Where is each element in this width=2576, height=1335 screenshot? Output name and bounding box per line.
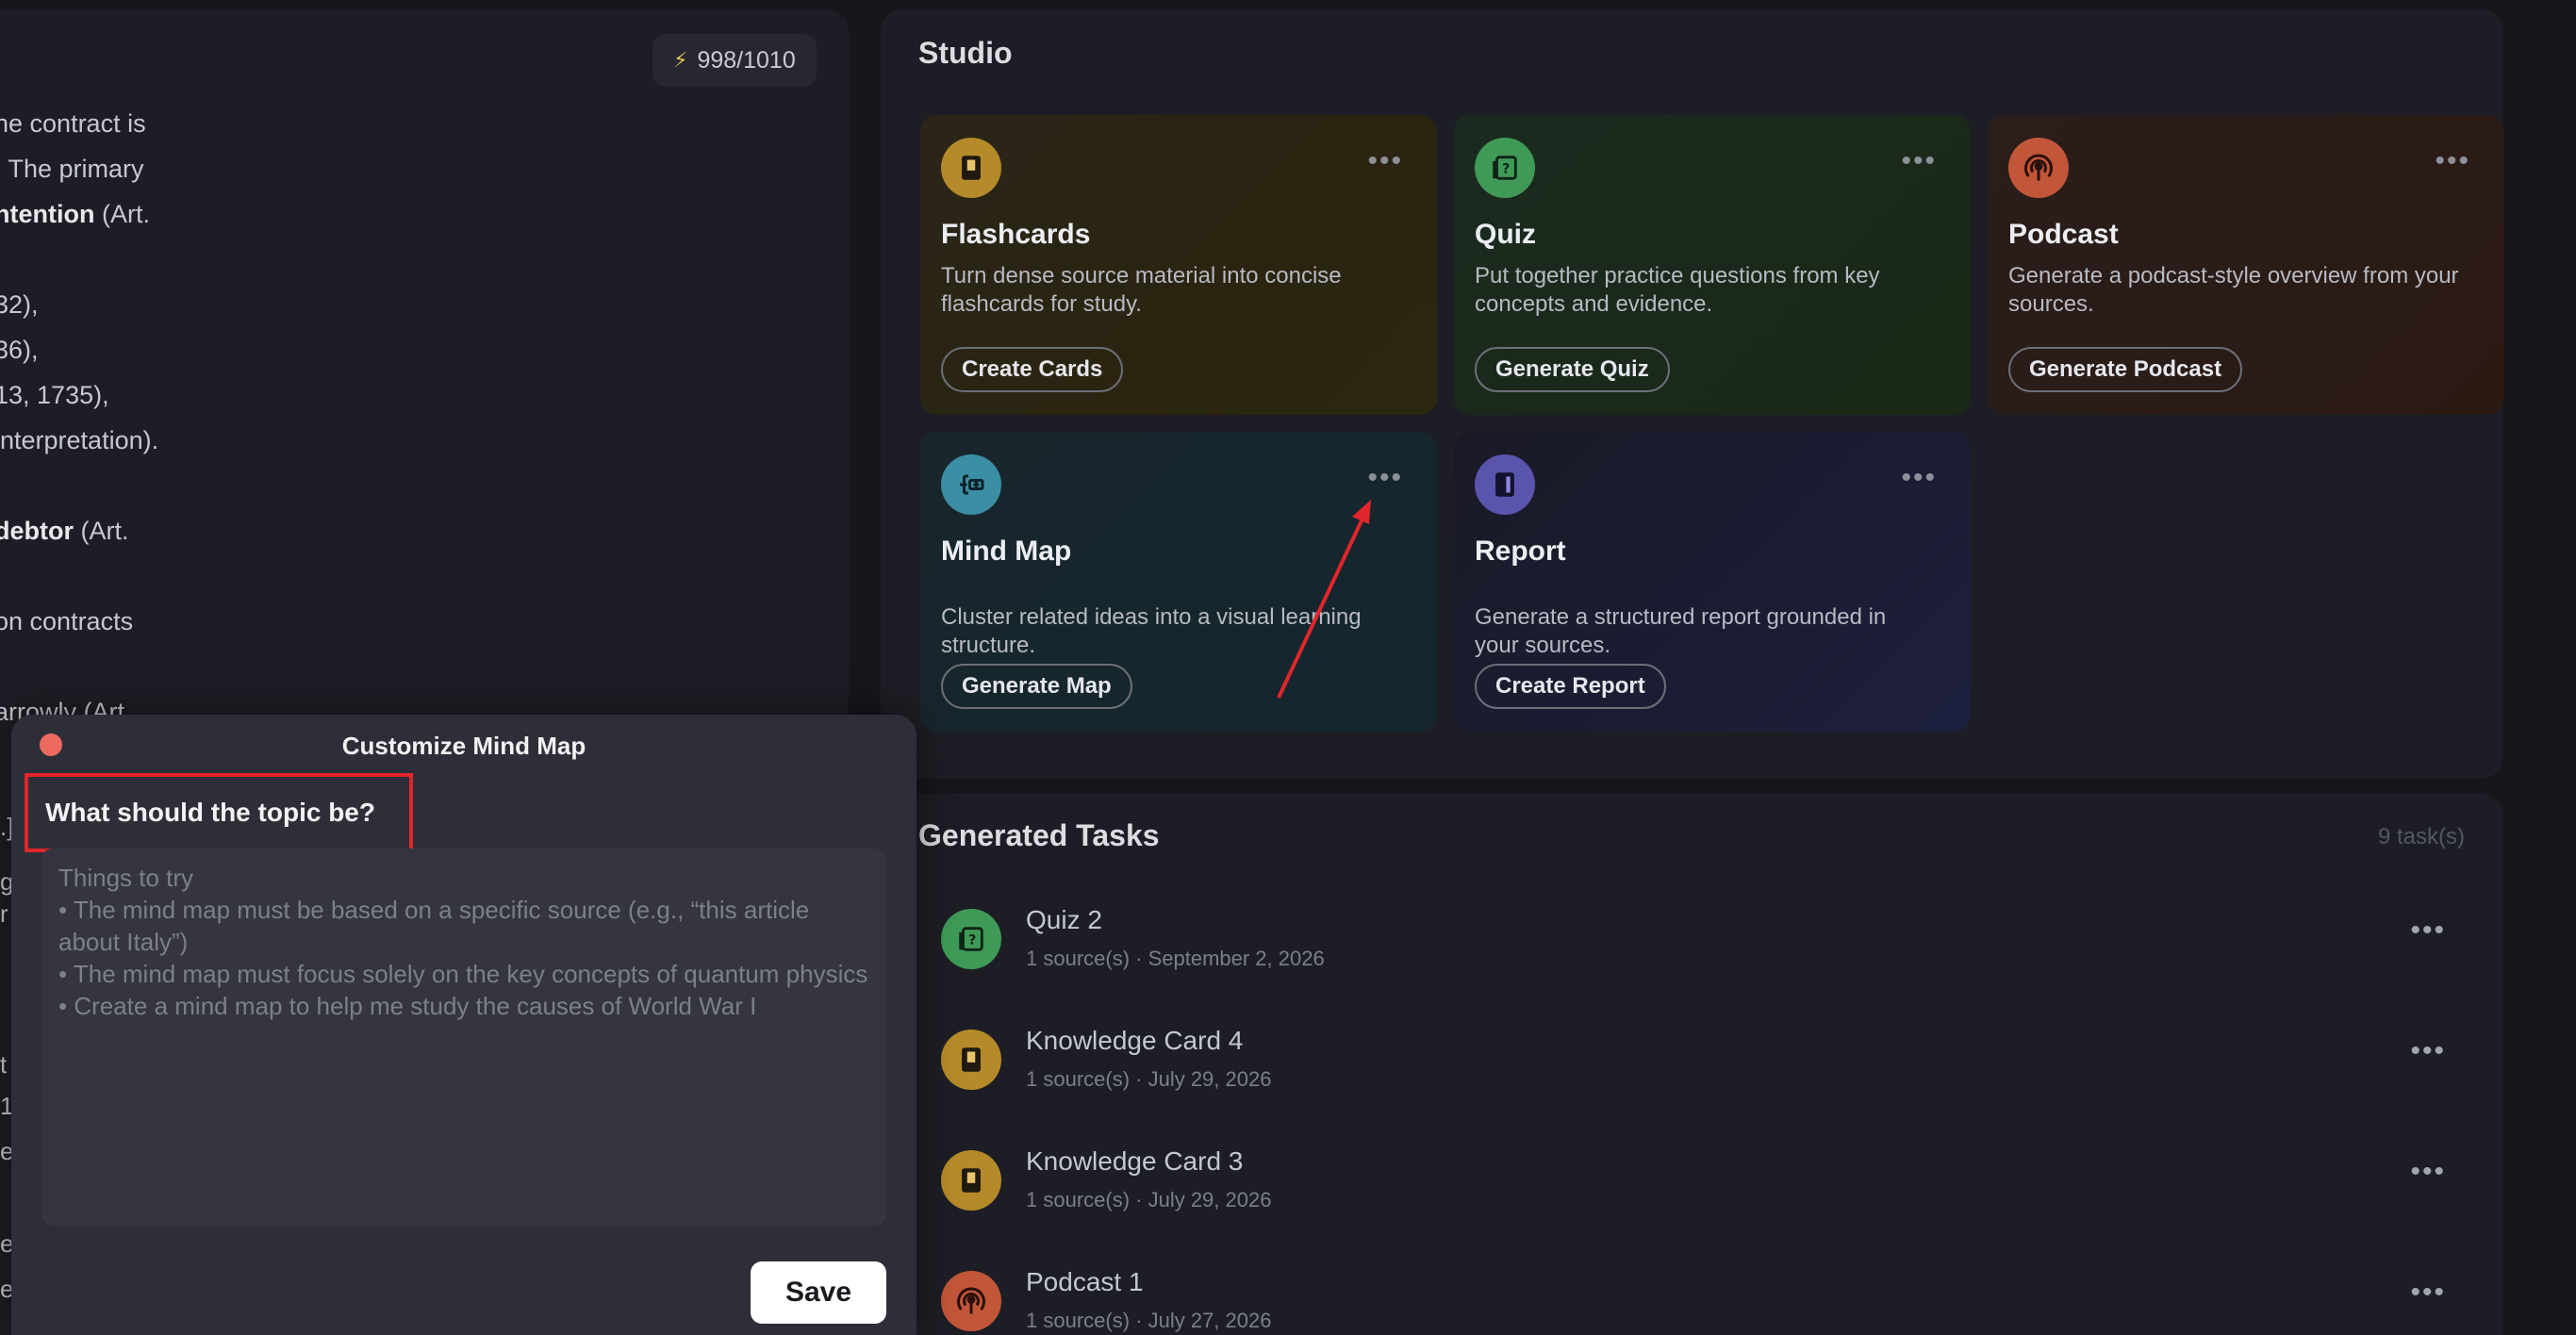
task-meta: 1 source(s) · July 29, 2026 xyxy=(1026,1188,1272,1211)
mind-map-card[interactable]: ••• Mind Map Cluster related ideas into … xyxy=(920,432,1437,732)
quiz-icon: ? xyxy=(941,909,1001,969)
podcast-more-button[interactable]: ••• xyxy=(2435,145,2470,177)
customize-mind-map-dialog: Customize Mind Map What should the topic… xyxy=(11,715,916,1335)
quiz-icon: ? xyxy=(1475,138,1535,198)
report-more-button[interactable]: ••• xyxy=(1901,462,1937,494)
quiz-more-button[interactable]: ••• xyxy=(1901,145,1937,177)
report-icon xyxy=(1475,454,1535,515)
task-row[interactable]: Knowledge Card 4 1 source(s) · July 29, … xyxy=(941,1014,2450,1109)
task-name: Podcast 1 xyxy=(1026,1267,1144,1296)
task-more-button[interactable]: ••• xyxy=(2410,915,2446,947)
report-card[interactable]: ••• Report Generate a structured report … xyxy=(1454,432,1971,732)
save-button[interactable]: Save xyxy=(751,1261,886,1324)
mind-map-more-button[interactable]: ••• xyxy=(1367,462,1403,494)
card-title: Report xyxy=(1475,536,1566,567)
source-text-fragment: t xyxy=(0,1050,8,1079)
podcast-icon xyxy=(941,1271,1001,1331)
task-meta: 1 source(s) · July 27, 2026 xyxy=(1026,1309,1272,1332)
source-text-fragment: r xyxy=(0,899,8,928)
task-row[interactable]: ? Quiz 2 1 source(s) · September 2, 2026… xyxy=(941,894,2450,988)
tasks-title: Generated Tasks xyxy=(918,818,1160,852)
mind-map-icon xyxy=(941,454,1001,515)
create-cards-button[interactable]: Create Cards xyxy=(941,347,1124,392)
topic-input[interactable]: Things to try • The mind map must be bas… xyxy=(41,849,886,1226)
source-text-line: he contract is xyxy=(0,109,146,138)
task-more-button[interactable]: ••• xyxy=(2410,1035,2446,1067)
source-text-line: ntention (Art. xyxy=(0,200,150,228)
lightning-icon: ⚡ xyxy=(673,48,688,72)
flashcard-icon xyxy=(941,1030,1001,1090)
placeholder-line: Things to try xyxy=(58,864,194,892)
flashcard-icon xyxy=(941,1150,1001,1211)
generate-podcast-button[interactable]: Generate Podcast xyxy=(2008,347,2243,392)
podcast-icon xyxy=(2008,138,2069,198)
podcast-card[interactable]: ••• Podcast Generate a podcast-style ove… xyxy=(1988,115,2504,415)
source-text-line: 32), xyxy=(0,290,39,319)
svg-text:?: ? xyxy=(968,933,976,948)
token-usage-badge: ⚡ 998/1010 xyxy=(652,34,817,87)
placeholder-line: • Create a mind map to help me study the… xyxy=(58,992,757,1020)
task-name: Knowledge Card 3 xyxy=(1026,1146,1244,1176)
task-name: Knowledge Card 4 xyxy=(1026,1026,1244,1055)
card-description: Generate a structured report grounded in… xyxy=(1475,604,1887,658)
flashcards-more-button[interactable]: ••• xyxy=(1367,145,1403,177)
source-text-line: on contracts xyxy=(0,607,134,635)
card-description: Turn dense source material into concise … xyxy=(941,263,1342,317)
tasks-count: 9 task(s) xyxy=(2377,824,2465,849)
flashcards-card[interactable]: ••• Flashcards Turn dense source materia… xyxy=(920,115,1437,415)
placeholder-line: • The mind map must be based on a specif… xyxy=(58,896,810,956)
generated-tasks-panel: Generated Tasks 9 task(s) ? Quiz 2 1 sou… xyxy=(881,794,2502,1335)
flashcard-icon xyxy=(941,138,1001,198)
generate-map-button[interactable]: Generate Map xyxy=(941,664,1132,709)
source-text-line: 13, 1735), xyxy=(0,381,109,409)
task-meta: 1 source(s) · July 29, 2026 xyxy=(1026,1067,1272,1091)
task-name: Quiz 2 xyxy=(1026,905,1102,934)
card-description: Cluster related ideas into a visual lear… xyxy=(941,604,1362,658)
create-report-button[interactable]: Create Report xyxy=(1475,664,1666,709)
card-description: Put together practice questions from key… xyxy=(1475,263,1880,317)
card-title: Quiz xyxy=(1475,219,1536,250)
card-title: Podcast xyxy=(2008,219,2119,250)
task-row[interactable]: Podcast 1 1 source(s) · July 27, 2026 ••… xyxy=(941,1256,2450,1335)
token-count: 998/1010 xyxy=(697,46,796,74)
studio-title: Studio xyxy=(918,36,1013,70)
topic-question-label: What should the topic be? xyxy=(25,773,413,852)
placeholder-line: • The mind map must focus solely on the … xyxy=(58,960,868,988)
generate-quiz-button[interactable]: Generate Quiz xyxy=(1475,347,1670,392)
source-text-line: interpretation). xyxy=(0,426,159,454)
source-text-line: debtor (Art. xyxy=(0,517,129,545)
task-row[interactable]: Knowledge Card 3 1 source(s) · July 29, … xyxy=(941,1135,2450,1229)
topic-input-placeholder: Things to try • The mind map must be bas… xyxy=(58,862,869,1022)
card-description: Generate a podcast-style overview from y… xyxy=(2008,263,2459,317)
source-text-line: 36), xyxy=(0,336,39,364)
svg-text:?: ? xyxy=(1502,162,1510,177)
quiz-card[interactable]: ? ••• Quiz Put together practice questio… xyxy=(1454,115,1971,415)
task-more-button[interactable]: ••• xyxy=(2410,1277,2446,1309)
studio-panel: Studio ••• Flashcards Turn dense source … xyxy=(881,9,2504,779)
card-title: Mind Map xyxy=(941,536,1072,567)
dialog-title: Customize Mind Map xyxy=(341,732,586,760)
source-text-line: . The primary xyxy=(0,155,144,183)
task-more-button[interactable]: ••• xyxy=(2410,1156,2446,1188)
task-meta: 1 source(s) · September 2, 2026 xyxy=(1026,947,1325,970)
card-title: Flashcards xyxy=(941,219,1091,250)
